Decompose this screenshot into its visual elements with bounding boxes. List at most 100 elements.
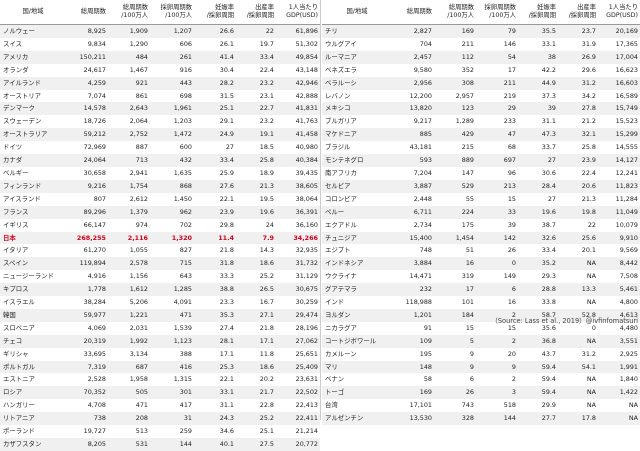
value-cell: 8,205	[66, 438, 108, 451]
value-cell: 26	[476, 244, 518, 258]
value-cell: 31,129	[276, 270, 320, 284]
value-cell: 13,530	[392, 412, 434, 426]
value-cell: 195	[392, 347, 434, 361]
value-cell: 31.2	[558, 347, 598, 361]
value-cell: 219	[476, 89, 518, 103]
table-row: マリ 148 9 9 59.4 54.1 1,991	[322, 360, 640, 374]
value-cell: 27	[518, 154, 558, 167]
value-cell: 33.4	[194, 154, 236, 167]
value-cell: 30.6	[518, 166, 558, 180]
value-cell: 25.1	[236, 425, 276, 438]
value-cell: 1,320	[150, 231, 194, 245]
value-cell: 211	[434, 37, 476, 51]
table-row: トーゴ 169 26 3 59.4 NA 1,422	[322, 386, 640, 400]
value-cell: 27	[194, 141, 236, 155]
country-cell: ニカラグア	[322, 321, 392, 335]
table-row: スペイン 119,894 2,578 715 31.8 18.6 31,732	[0, 257, 320, 271]
value-cell: 27,062	[276, 334, 320, 348]
value-cell: 29,474	[276, 308, 320, 322]
value-cell: 37.3	[518, 89, 558, 103]
table-row: ノルウェー 8,925 1,909 1,207 26.6 22 61,896	[0, 24, 320, 38]
country-cell: グアテマラ	[322, 283, 392, 297]
value-cell: 702	[150, 218, 194, 232]
value-cell: 432	[150, 154, 194, 167]
value-cell: 35.2	[518, 257, 558, 271]
value-cell: 484	[108, 50, 150, 64]
left-data-table: 国/地域 総周期数 総周期数 /100万人 採卵周期数 /100万人 妊娠率 /採卵周期…	[0, 0, 320, 451]
value-cell: 38	[518, 50, 558, 64]
value-cell: 44.9	[518, 76, 558, 90]
value-cell: 29	[476, 102, 518, 116]
country-cell: ブルガリア	[322, 115, 392, 129]
table-row: ベナン 58 6 2 59.4 NA 1,840	[322, 373, 640, 387]
table-row: アイスランド 807 2,612 1,450 22.1 19.5 38,064	[0, 192, 320, 206]
country-cell: カナダ	[0, 154, 66, 167]
value-cell: 21.3	[236, 179, 276, 193]
value-cell: 518	[476, 399, 518, 413]
table-row: デンマーク 14,578 2,643 1,961 25.1 22.7 41,831	[0, 102, 320, 116]
value-cell: 3,884	[392, 257, 434, 271]
value-cell: 23.9	[558, 154, 598, 167]
table-row: ウクライナ 14,471 319 149 29.3 NA 7,508	[322, 270, 640, 284]
value-cell: 23.9	[194, 205, 236, 219]
value-cell: 47.3	[518, 128, 558, 142]
page: 国/地域 総周期数 総周期数 /100万人 採卵周期数 /100万人 妊娠率 /採卵周期…	[0, 0, 640, 451]
value-cell: 29.1	[194, 115, 236, 129]
value-cell: 600	[150, 141, 194, 155]
value-cell: 28.2	[194, 76, 236, 90]
value-cell: 916	[150, 63, 194, 77]
value-cell: 2,643	[108, 102, 150, 116]
value-cell: 715	[150, 257, 194, 271]
value-cell: 20,772	[276, 438, 320, 451]
right-table-header-row: 国/地域 総周期数 総周期数 /100万人 採卵周期数 /100万人 妊娠率 /採卵周期…	[322, 0, 640, 25]
value-cell: 27.7	[518, 412, 558, 426]
table-row: ブルガリア 9,217 1,289 233 31.1 21.2 15,523	[322, 115, 640, 129]
value-cell: 9,217	[392, 115, 434, 129]
value-cell: 5,206	[108, 296, 150, 309]
value-cell: 861	[108, 89, 150, 103]
value-cell: 16,623	[598, 63, 640, 77]
column-header: 出産率 /採卵周期	[236, 0, 276, 25]
value-cell: 22.7	[236, 102, 276, 116]
value-cell: 24.9	[194, 128, 236, 142]
value-cell: 1,201	[392, 308, 434, 322]
country-cell: ルーマニア	[322, 50, 392, 64]
table-row: 南アフリカ 7,204 147 96 30.6 22.4 12,241	[322, 166, 640, 180]
value-cell: 25.2	[236, 412, 276, 426]
value-cell: 175	[434, 218, 476, 232]
value-cell: 1,221	[108, 308, 150, 322]
value-cell: 28.1	[194, 334, 236, 348]
value-cell: 887	[108, 141, 150, 155]
value-cell: 38,605	[276, 179, 320, 193]
value-cell: 1,991	[598, 360, 640, 374]
country-cell: イギリス	[0, 218, 66, 232]
table-row: チュニジア 15,400 1,454 142 32.6 25.6 9,910	[322, 231, 640, 245]
value-cell: 33.1	[194, 386, 236, 400]
country-cell: ポルトガル	[0, 360, 66, 374]
left-table-header-row: 国/地域 総周期数 総周期数 /100万人 採卵周期数 /100万人 妊娠率 /採卵周期…	[0, 0, 320, 25]
value-cell: 51	[434, 244, 476, 258]
table-row: インド 118,988 101 16 33.8 NA 4,800	[322, 296, 640, 309]
country-cell: フィンランド	[0, 179, 66, 193]
value-cell: 1,450	[150, 192, 194, 206]
value-cell: 11,823	[598, 179, 640, 193]
table-row: リトアニア 738 208 31 24.3 25.2 22,411	[0, 412, 320, 426]
value-cell: 38.7	[518, 218, 558, 232]
value-cell: 429	[434, 128, 476, 142]
table-row: ベネズエラ 9,580 352 17 42.2 29.6 16,623	[322, 63, 640, 77]
value-cell: 12,241	[598, 166, 640, 180]
table-row: イスラエル 38,284 5,206 4,091 23.3 16.7 30,259	[0, 296, 320, 309]
country-cell: ベラルーシ	[322, 76, 392, 90]
country-cell: ロシア	[0, 386, 66, 400]
value-cell: 19,727	[66, 425, 108, 438]
value-cell: 17.1	[236, 334, 276, 348]
value-cell: 31.9	[558, 37, 598, 51]
value-cell: 34.6	[194, 425, 236, 438]
value-cell: 29.9	[518, 399, 558, 413]
value-cell: 1,612	[108, 283, 150, 297]
value-cell: 14,471	[392, 270, 434, 284]
value-cell: 144	[150, 438, 194, 451]
value-cell: 42.2	[518, 63, 558, 77]
country-cell: チリ	[322, 24, 392, 38]
value-cell: 33.3	[194, 270, 236, 284]
